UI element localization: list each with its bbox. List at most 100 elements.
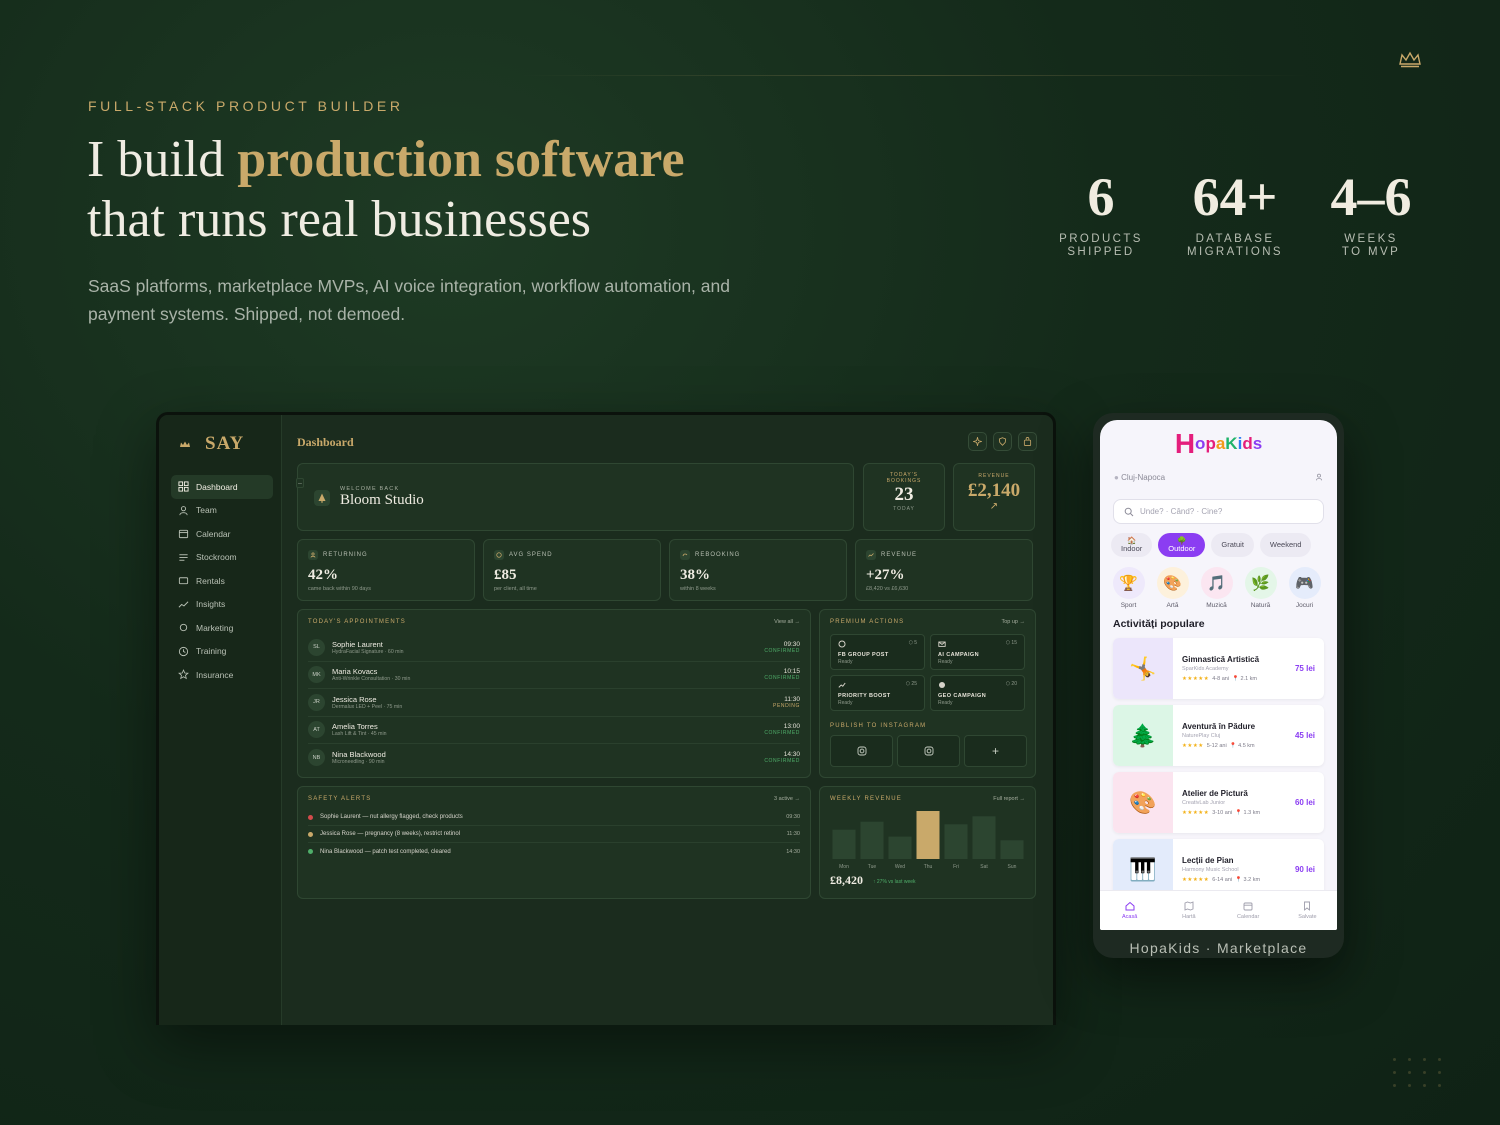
hero-subcopy: SaaS platforms, marketplace MVPs, AI voi… bbox=[88, 276, 730, 324]
status-badge: CONFIRMED bbox=[764, 675, 800, 682]
filter-chips: 🏠 Indoor 🌳 Outdoor Gratuit Weekend bbox=[1111, 533, 1312, 557]
tab-calendar[interactable]: Calendar bbox=[1219, 891, 1278, 930]
credit-cost: ⬡ 20 bbox=[1005, 681, 1017, 687]
profile-icon[interactable] bbox=[1315, 473, 1323, 481]
location-bar[interactable]: ● Cluj-Napoca bbox=[1114, 473, 1323, 482]
sparkle-button[interactable] bbox=[968, 432, 987, 451]
alert-row[interactable]: Nina Blackwood — patch test completed, c… bbox=[308, 843, 800, 860]
stat-value: 4–6 bbox=[1330, 167, 1412, 227]
bag-button[interactable] bbox=[1018, 432, 1037, 451]
brand-logo[interactable]: SAY bbox=[179, 433, 244, 455]
credit-cost: ⬡ 25 bbox=[905, 681, 917, 687]
activity-card[interactable]: 🎨 Atelier de Pictură CreativLab Junior ★… bbox=[1113, 772, 1324, 833]
instagram-icon bbox=[857, 746, 866, 756]
sidebar-item-stockroom[interactable]: Stockroom bbox=[171, 546, 273, 570]
day-label: Thu bbox=[924, 864, 933, 870]
sidebar-item-insights[interactable]: Insights bbox=[171, 593, 273, 617]
action-ai-campaign[interactable]: ⬡ 15 AI CAMPAIGN Ready bbox=[930, 634, 1025, 670]
alert-dot bbox=[308, 831, 313, 837]
studio-name: Bloom Studio bbox=[340, 492, 424, 508]
weekly-total: £8,420 bbox=[830, 873, 863, 887]
client-name: Amelia Torres bbox=[332, 722, 378, 732]
status-badge: CONFIRMED bbox=[764, 647, 800, 654]
appointment-row[interactable]: AT Amelia Torres Lash Lift & Tint · 45 mi… bbox=[308, 717, 800, 744]
revenue-bar-sat bbox=[972, 816, 996, 859]
pin-icon: ● bbox=[1114, 473, 1119, 482]
collapse-handle[interactable]: – bbox=[296, 478, 304, 488]
circle-icon bbox=[838, 640, 846, 648]
alert-row[interactable]: Jessica Rose — pregnancy (8 weeks), rest… bbox=[308, 826, 800, 843]
dashboard-main: Dashboard – WELCOME BACK Bloom Studio TO… bbox=[296, 415, 1053, 1025]
activity-list: 🤸 Gimnastică Artistică SparKids Academy … bbox=[1113, 638, 1324, 906]
add-publish-button[interactable]: + bbox=[964, 735, 1027, 767]
activity-card[interactable]: 🤸 Gimnastică Artistică SparKids Academy … bbox=[1113, 638, 1324, 699]
alert-row[interactable]: Sophie Laurent — nut allergy flagged, ch… bbox=[308, 809, 800, 826]
appointment-row[interactable]: MK Maria Kovacs Anti-Wrinkle Consultation… bbox=[308, 662, 800, 689]
user-icon bbox=[179, 505, 188, 515]
sidebar-item-dashboard[interactable]: Dashboard bbox=[171, 475, 273, 499]
tree-icon bbox=[314, 490, 330, 506]
headline-line-two: that runs real businesses bbox=[87, 191, 592, 248]
chip-weekend[interactable]: Weekend bbox=[1259, 533, 1312, 557]
weekly-revenue-chart: Mon Tue Wed Thu Fri Sat Sun bbox=[832, 811, 1024, 870]
day-label: Tue bbox=[868, 864, 877, 870]
search-input[interactable]: Unde? · Când? · Cine? bbox=[1113, 499, 1324, 524]
sidebar-item-team[interactable]: Team bbox=[171, 499, 273, 523]
appointment-row[interactable]: JR Jessica Rose Dermalux LED + Peel · 75 … bbox=[308, 689, 800, 717]
logo-letter: H bbox=[1174, 428, 1196, 459]
palette-icon: 🎨 bbox=[1156, 567, 1189, 599]
top-up-link[interactable]: Top up → bbox=[1001, 619, 1025, 625]
tab-saved[interactable]: Salvate bbox=[1278, 891, 1337, 930]
action-geo-campaign[interactable]: ⬡ 20 GEO CAMPAIGN Ready bbox=[930, 675, 1025, 711]
view-all-link[interactable]: View all → bbox=[774, 619, 800, 625]
sidebar-item-training[interactable]: Training bbox=[171, 640, 273, 664]
action-fb-group-post[interactable]: ⬡ 5 FB GROUP POST Ready bbox=[830, 634, 925, 670]
kpi-rebooking: REBOOKING 38% within 8 weeks bbox=[669, 539, 847, 601]
stat-weeks: 4–6 WEEKS TO MVP bbox=[1318, 165, 1424, 259]
activity-card[interactable]: 🌲 Aventură în Pădure NaturePlay Cluj ★★★… bbox=[1113, 705, 1324, 766]
search-placeholder: Unde? · Când? · Cine? bbox=[1140, 507, 1223, 516]
instagram-post-button[interactable] bbox=[830, 735, 893, 767]
alerts-active-link[interactable]: 3 active → bbox=[774, 796, 800, 802]
category-art[interactable]: 🎨 Artă bbox=[1156, 567, 1189, 609]
instagram-story-button[interactable] bbox=[897, 735, 960, 767]
distance: 📍 4.5 km bbox=[1229, 743, 1255, 749]
sidebar-item-insurance[interactable]: Insurance bbox=[171, 663, 273, 687]
map-icon bbox=[1184, 901, 1194, 911]
sidebar-item-marketing[interactable]: Marketing bbox=[171, 616, 273, 640]
kpi-value: +27% bbox=[866, 567, 905, 583]
bookmark-icon bbox=[1304, 901, 1311, 911]
weekly-delta: ↑ 27% vs last week bbox=[873, 879, 916, 885]
activity-price: 45 lei bbox=[1294, 731, 1315, 740]
client-name: Maria Kovacs bbox=[332, 667, 378, 677]
category-sport[interactable]: 🏆 Sport bbox=[1112, 567, 1145, 609]
appointment-row[interactable]: NB Nina Blackwood Microneedling · 90 min … bbox=[308, 744, 800, 772]
day-label: Mon bbox=[839, 864, 849, 870]
pine-tree-icon: 🌲 bbox=[1113, 705, 1173, 766]
megaphone-icon bbox=[179, 624, 188, 632]
trend-icon bbox=[866, 550, 876, 560]
revenue-bar-thu bbox=[916, 811, 940, 859]
full-report-link[interactable]: Full report → bbox=[993, 796, 1025, 802]
day-label: Fri bbox=[953, 864, 959, 870]
tab-home[interactable]: Acasă bbox=[1100, 891, 1159, 930]
stat-value: 64+ bbox=[1192, 167, 1278, 227]
notifications-button[interactable] bbox=[993, 432, 1012, 451]
category-games[interactable]: 🎮 Jocuri bbox=[1288, 567, 1321, 609]
appointment-row[interactable]: SL Sophie Laurent HydraFacial Signature ·… bbox=[308, 634, 800, 662]
sidebar-item-rentals[interactable]: Rentals bbox=[171, 569, 273, 593]
category-nature[interactable]: 🌿 Natură bbox=[1244, 567, 1277, 609]
chip-free[interactable]: Gratuit bbox=[1211, 533, 1254, 557]
stat-products: 6 PRODUCTS SHIPPED bbox=[1050, 165, 1152, 259]
kpi-value: 38% bbox=[680, 567, 710, 583]
action-priority-boost[interactable]: ⬡ 25 PRIORITY BOOST Ready bbox=[830, 675, 925, 711]
chip-indoor[interactable]: 🏠 Indoor bbox=[1111, 533, 1153, 557]
avatar: MK bbox=[308, 666, 325, 684]
category-music[interactable]: 🎵 Muzică bbox=[1200, 567, 1233, 609]
activity-name: Lecții de Pian bbox=[1182, 856, 1234, 865]
sidebar-item-calendar[interactable]: Calendar bbox=[171, 522, 273, 546]
safety-alerts-card: SAFETY ALERTS 3 active → Sophie Laurent … bbox=[297, 786, 811, 899]
distance: 📍 1.3 km bbox=[1235, 810, 1261, 816]
chip-outdoor[interactable]: 🌳 Outdoor bbox=[1158, 533, 1206, 557]
tab-map[interactable]: Hartă bbox=[1159, 891, 1218, 930]
